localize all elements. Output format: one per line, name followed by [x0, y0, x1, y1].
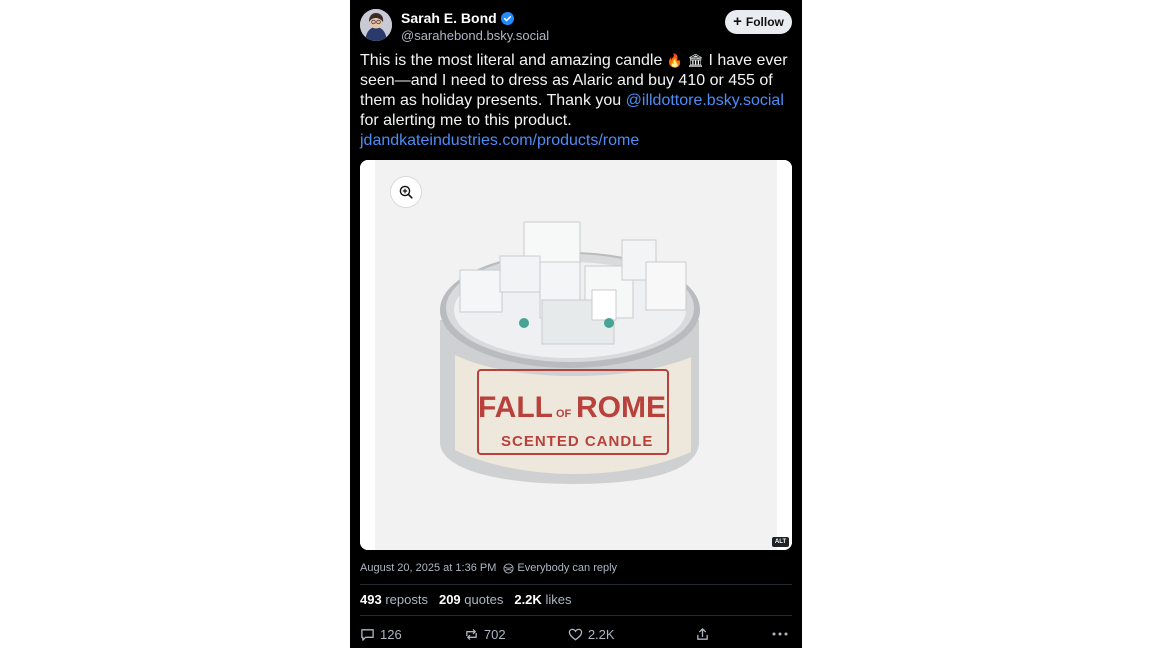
reply-setting[interactable]: Everybody can reply: [503, 562, 617, 574]
reply-count: 126: [380, 626, 402, 642]
author-name[interactable]: Sarah E. Bond: [401, 10, 514, 26]
alt-badge[interactable]: ALT: [772, 537, 789, 547]
post-meta: August 20, 2025 at 1:36 PM Everybody can…: [360, 562, 617, 574]
fire-emoji: 🔥: [666, 53, 684, 68]
quotes-count: 209: [438, 592, 461, 607]
label-fall: FALL: [478, 391, 553, 424]
repost-icon: [466, 628, 477, 640]
zoom-button[interactable]: [390, 176, 422, 208]
action-bar: 126 702 2.2K: [360, 625, 792, 643]
label-rome: ROME: [576, 391, 666, 424]
label-scented-candle: SCENTED CANDLE: [501, 433, 653, 450]
repost-button[interactable]: 702: [464, 627, 506, 642]
post-text-part3: for alerting me to this product.: [360, 112, 572, 129]
classical-building-emoji: 🏛: [687, 53, 704, 68]
post-image[interactable]: FALL OF ROME SCENTED CANDLE ALT: [360, 160, 792, 550]
reply-setting-label: Everybody can reply: [517, 562, 618, 574]
reply-icon: [361, 628, 374, 641]
follow-button[interactable]: + Follow: [725, 10, 792, 34]
globe-icon: [503, 562, 514, 574]
verified-check-icon: [500, 11, 514, 25]
follow-label: Follow: [745, 15, 784, 29]
share-icon: [696, 627, 708, 640]
like-count: 2.2K: [587, 626, 615, 642]
product-link[interactable]: jdandkateindustries.com/products/rome: [360, 132, 639, 149]
post-text: This is the most literal and amazing can…: [360, 51, 792, 151]
reposts-stat[interactable]: 493 reposts: [360, 592, 428, 607]
post-card: Sarah E. Bond @sarahebond.bsky.social + …: [350, 0, 802, 648]
candle-image: FALL OF ROME SCENTED CANDLE: [360, 160, 792, 550]
likes-stat[interactable]: 2.2K likes: [514, 592, 571, 607]
label-of: OF: [556, 408, 572, 420]
share-button[interactable]: [695, 627, 710, 642]
zoom-in-icon: [399, 185, 413, 199]
timestamp[interactable]: August 20, 2025 at 1:36 PM: [360, 562, 496, 574]
likes-label: likes: [545, 592, 572, 607]
divider: [360, 615, 792, 616]
post-text-part1: This is the most literal and amazing can…: [360, 52, 663, 69]
quotes-label: quotes: [464, 592, 504, 607]
engagement-stats: 493 reposts 209 quotes 2.2K likes: [360, 592, 571, 607]
more-button[interactable]: [772, 631, 788, 637]
more-icon: [772, 632, 788, 636]
reposts-label: reposts: [385, 592, 428, 607]
like-button[interactable]: 2.2K: [568, 627, 615, 642]
reply-button[interactable]: 126: [360, 627, 402, 642]
heart-icon: [568, 628, 583, 640]
divider: [360, 584, 792, 585]
avatar[interactable]: [360, 9, 392, 41]
quotes-stat[interactable]: 209 quotes: [439, 592, 503, 607]
likes-count: 2.2K: [514, 592, 542, 607]
repost-count: 702: [483, 626, 506, 642]
mention-link[interactable]: @illdottore.bsky.social: [626, 92, 784, 109]
reposts-count: 493: [360, 592, 382, 607]
author-handle[interactable]: @sarahebond.bsky.social: [401, 28, 549, 43]
plus-icon: +: [733, 13, 742, 30]
author-name-text[interactable]: Sarah E. Bond: [401, 10, 497, 26]
